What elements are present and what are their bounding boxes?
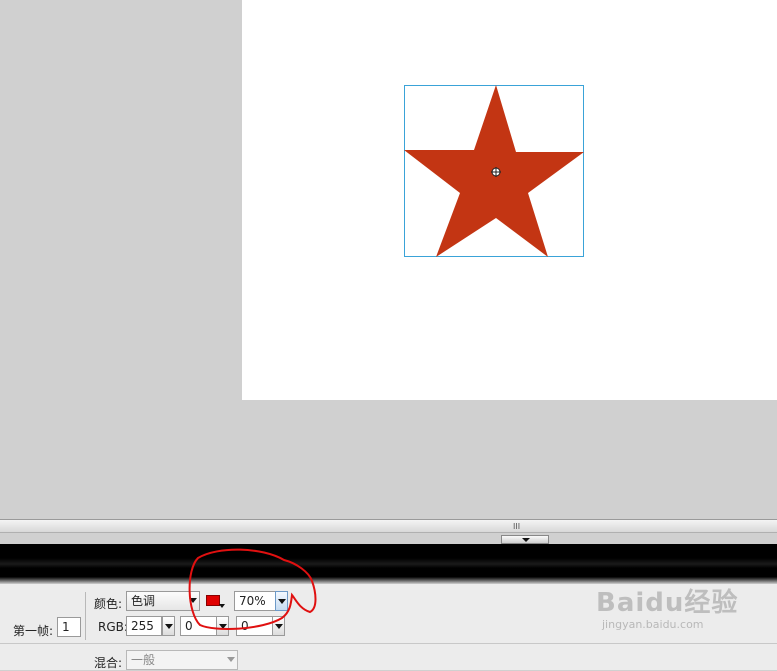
color-label: 颜色:: [94, 597, 123, 611]
properties-separator: [85, 592, 86, 640]
properties-row-divider: [0, 643, 777, 644]
rgb-green-input[interactable]: 0: [180, 616, 217, 636]
rgb-red-dropdown[interactable]: [162, 616, 175, 636]
panel-divider[interactable]: III: [0, 519, 777, 533]
star-shape[interactable]: [404, 85, 584, 257]
baidu-watermark: Baidu经验 jingyan.baidu.com: [596, 580, 777, 636]
frame-input[interactable]: 1: [57, 617, 81, 637]
rgb-red-input[interactable]: 255: [126, 616, 162, 636]
watermark-url: jingyan.baidu.com: [602, 618, 704, 631]
rgb-blue-dropdown[interactable]: [272, 616, 285, 636]
rgb-blue-input[interactable]: 0: [236, 616, 273, 636]
swatch-dropdown-icon: [219, 604, 225, 608]
timeline-band: [0, 544, 777, 584]
stage-area: [0, 0, 777, 520]
tint-color-swatch: [206, 595, 220, 606]
blend-select[interactable]: 一般: [126, 650, 238, 670]
tint-percent-input[interactable]: 70%: [234, 591, 276, 611]
tint-percent-dropdown[interactable]: [275, 591, 288, 611]
rgb-green-dropdown[interactable]: [216, 616, 229, 636]
rgb-label: RGB:: [98, 620, 128, 634]
blend-label: 混合:: [94, 656, 123, 670]
collapse-panel-button[interactable]: [501, 535, 549, 544]
tint-color-picker[interactable]: [204, 592, 226, 610]
collapse-arrow-icon: [522, 538, 530, 542]
color-mode-dropdown-icon[interactable]: [187, 591, 200, 611]
grip-icon[interactable]: III: [513, 522, 520, 531]
frame-label: 第一帧:: [13, 624, 54, 638]
baidu-logo: Baidu经验: [596, 588, 739, 618]
blend-dropdown-icon[interactable]: [225, 650, 237, 670]
